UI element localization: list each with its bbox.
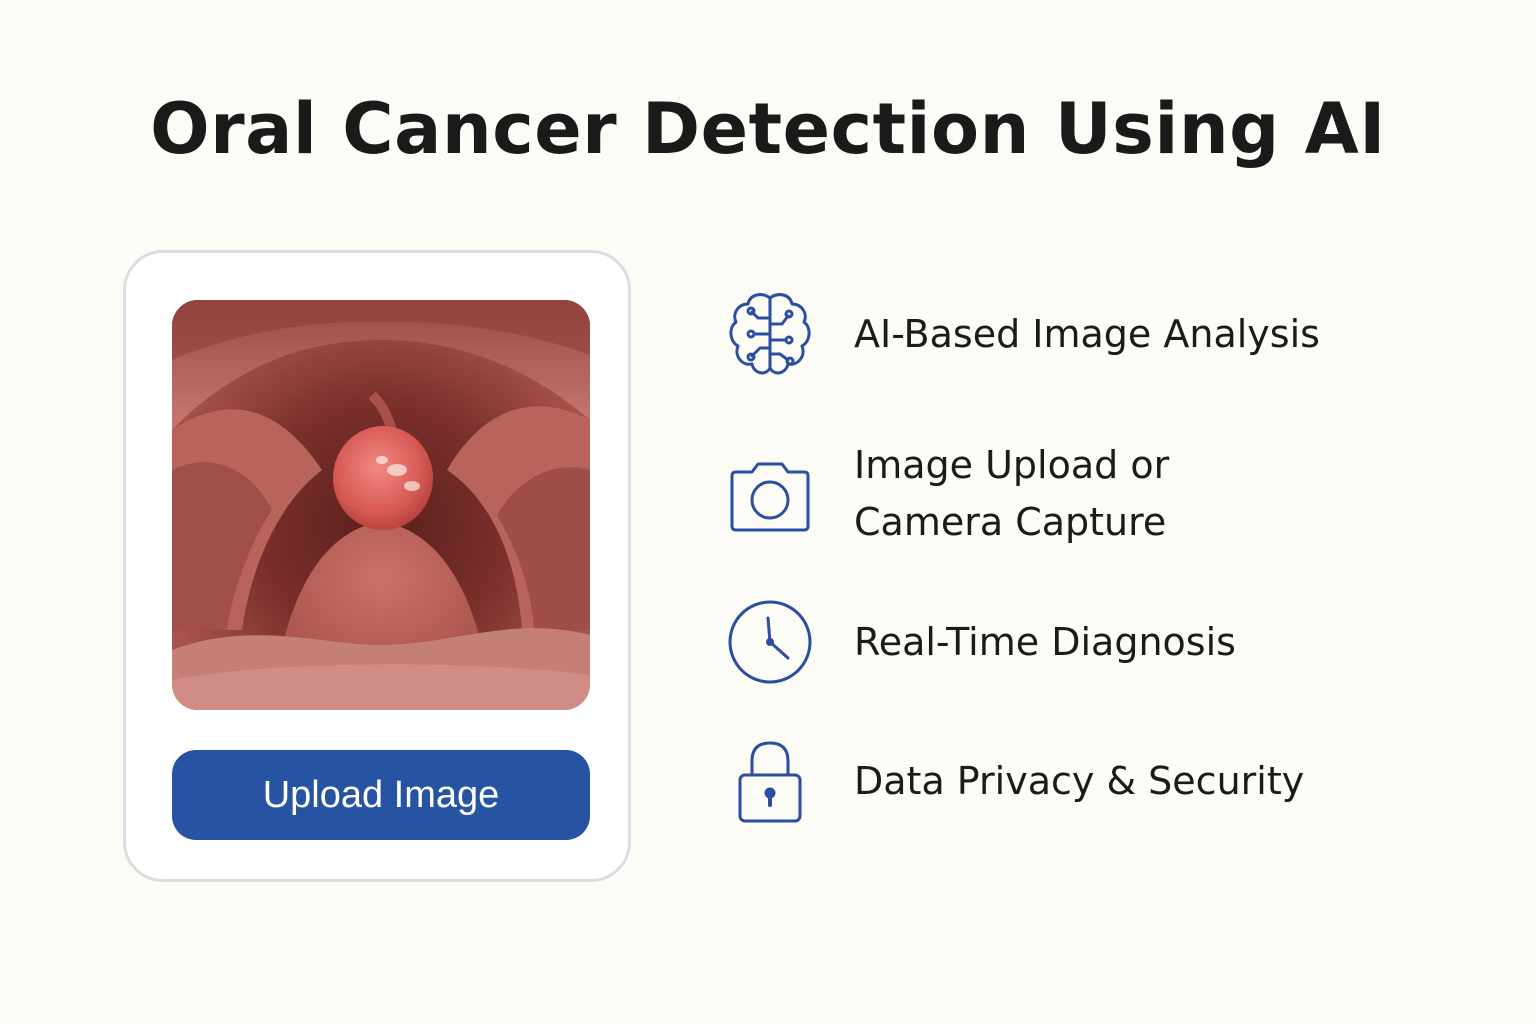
feature-upload-capture: Image Upload or Camera Capture xyxy=(722,437,1169,551)
lock-icon xyxy=(722,733,818,829)
feature-label: Image Upload or Camera Capture xyxy=(854,437,1169,551)
upload-image-button[interactable]: Upload Image xyxy=(172,750,590,840)
feature-privacy-security: Data Privacy & Security xyxy=(722,733,1304,829)
page-title: Oral Cancer Detection Using AI xyxy=(150,88,1386,170)
clock-icon xyxy=(722,594,818,690)
oral-cavity-photo xyxy=(172,300,590,710)
upload-card: Upload Image xyxy=(123,250,631,882)
feature-label: Data Privacy & Security xyxy=(854,758,1305,803)
feature-realtime-diagnosis: Real-Time Diagnosis xyxy=(722,594,1236,690)
feature-ai-analysis: AI-Based Image Analysis xyxy=(722,286,1320,382)
brain-circuit-icon xyxy=(722,286,818,382)
feature-label: AI-Based Image Analysis xyxy=(854,311,1320,356)
feature-label-line1: Image Upload or xyxy=(854,443,1170,487)
camera-icon xyxy=(722,446,818,542)
page: Oral Cancer Detection Using AI Upload Im… xyxy=(0,0,1536,1024)
feature-label-line2: Camera Capture xyxy=(854,500,1167,544)
feature-label: Real-Time Diagnosis xyxy=(854,619,1236,664)
